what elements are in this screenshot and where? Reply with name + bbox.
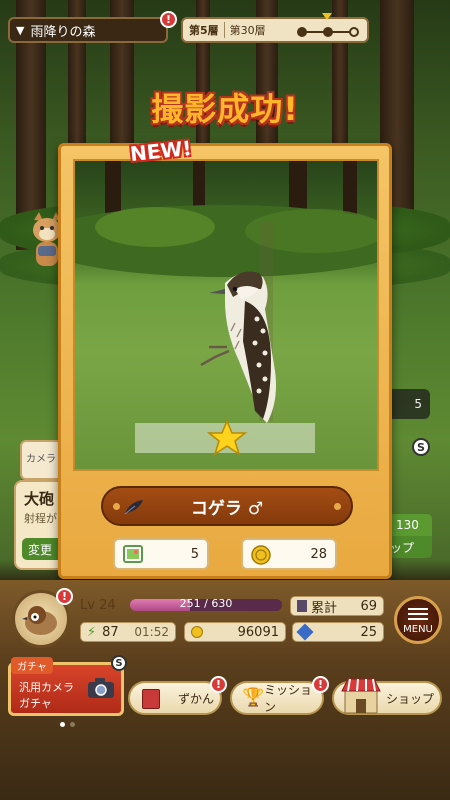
alert-icon: ! — [56, 588, 73, 605]
area-selector[interactable]: ▼ 雨降りの森 — [8, 17, 168, 43]
shop-icon — [341, 678, 381, 714]
side-counter: 5 — [386, 389, 430, 419]
s-rank-icon: S — [412, 438, 430, 456]
photo-icon — [123, 545, 143, 563]
upgrade-button[interactable]: 130 ップ — [388, 514, 434, 558]
s-rank-icon: S — [111, 655, 127, 671]
menu-icon — [408, 608, 428, 620]
gacha-banner[interactable]: ガチャ 汎用カメラ ガチャ S — [8, 655, 127, 716]
mission-button[interactable]: 🏆 ミッション — [230, 681, 324, 715]
coin-reward-box: 28 — [241, 538, 337, 570]
bird-name: コゲラ ♂ — [190, 498, 264, 519]
trophy-icon: 🏆 — [242, 687, 265, 708]
coin-counter: 96091 — [184, 622, 286, 642]
floor-progress — [297, 27, 359, 37]
current-floor: 第5層 — [189, 24, 219, 37]
gem-counter: 25 — [292, 622, 384, 642]
feather-icon — [124, 500, 143, 515]
zukan-button[interactable]: ずかん — [128, 681, 222, 715]
bird-name-bar: コゲラ ♂ — [101, 486, 353, 526]
capture-success-title: 撮影成功! — [151, 90, 299, 128]
coin-reward: 28 — [310, 546, 327, 562]
total-floors: 第30層 — [229, 24, 266, 37]
page-dot-active — [60, 722, 65, 727]
triangle-down-icon: ▼ — [16, 23, 25, 37]
energy-counter: ⚡ 87 01:52 — [80, 622, 176, 642]
floor-indicator: 第5層 第30層 — [181, 13, 369, 43]
photo-result-panel: コゲラ ♂ 5 28 — [58, 143, 392, 579]
total-counter: 累計 69 — [290, 596, 384, 616]
book-icon — [297, 600, 307, 612]
kogera-bird — [200, 271, 276, 423]
page-dot — [70, 722, 75, 727]
photo-count: 5 — [190, 546, 199, 562]
energy-icon: ⚡ — [87, 624, 97, 640]
coin-icon — [251, 545, 271, 565]
player-level: Lv 24 — [80, 598, 116, 613]
alert-icon: ! — [312, 676, 329, 693]
alert-icon: ! — [160, 11, 177, 28]
energy-timer: 01:52 — [134, 625, 169, 639]
menu-button[interactable]: MENU — [394, 596, 442, 644]
camera-icon — [88, 678, 114, 698]
current-position-marker-icon — [322, 13, 332, 20]
photo-count-box: 5 — [113, 538, 209, 570]
gem-icon — [296, 623, 314, 641]
alert-icon: ! — [210, 676, 227, 693]
coin-icon — [191, 626, 203, 638]
area-name: 雨降りの森 — [30, 24, 96, 40]
book-icon — [142, 689, 160, 709]
bird-photo — [73, 159, 379, 471]
shop-button[interactable]: ショップ — [332, 678, 442, 715]
xp-text: 251 / 630 — [179, 597, 233, 610]
